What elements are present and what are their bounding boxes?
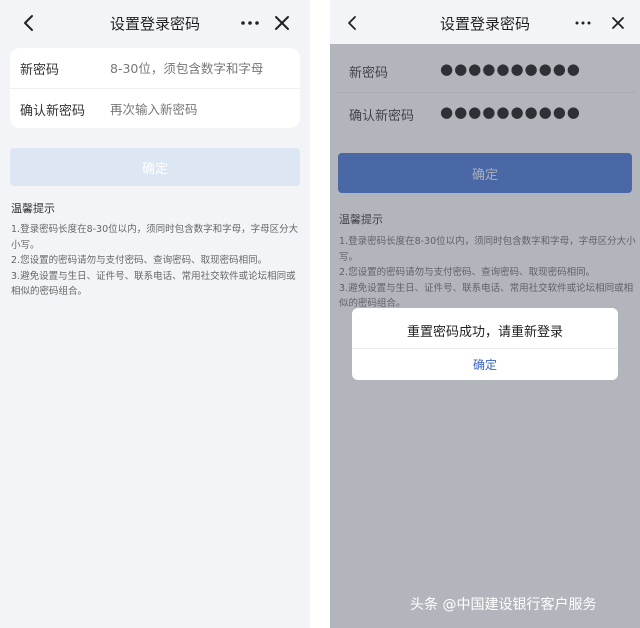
- more-dots-icon[interactable]: [240, 14, 260, 36]
- confirm-button[interactable]: 确定: [10, 148, 300, 186]
- tips-list: 1.登录密码长度在8-30位以内，须同时包含数字和字母，字母区分大小写。 2.您…: [11, 222, 303, 300]
- close-icon[interactable]: [610, 14, 626, 36]
- page-title: 设置登录密码: [109, 15, 200, 33]
- new-password-label: 新密码: [20, 63, 60, 78]
- tip-item: 3.避免设置与生日、证件号、联系电话、常用社交软件或论坛相同或相似的密码组合。: [11, 270, 296, 298]
- new-password-row: 新密码: [10, 48, 300, 88]
- navbar: 设置登录密码: [0, 0, 310, 46]
- password-form: 新密码 确认新密码: [10, 48, 300, 128]
- tip-item: 1.登录密码长度在8-30位以内，须同时包含数字和字母，字母区分大小写。: [11, 224, 299, 251]
- left-phone-screen: 设置登录密码 新密码 确认新密码 确定 温馨提示 1.登录密码长度在8-30位以…: [0, 0, 310, 628]
- tips-title: 温馨提示: [11, 202, 55, 215]
- success-dialog: 重置密码成功，请重新登录 确定: [352, 308, 618, 380]
- dialog-divider: [352, 348, 618, 349]
- dialog-message: 重置密码成功，请重新登录: [406, 325, 563, 340]
- confirm-password-row: 确认新密码: [10, 88, 300, 128]
- right-phone-screen: 设置登录密码 新密码 ●●●●●●●●●● 确认新密码 ●●●●●●●●●● 确…: [330, 0, 640, 628]
- tip-item: 2.您设置的密码请勿与支付密码、查询密码、取现密码相同。: [11, 255, 268, 266]
- navbar: 设置登录密码: [330, 0, 640, 46]
- dialog-confirm-button[interactable]: 确定: [352, 352, 618, 376]
- new-password-input[interactable]: [110, 56, 290, 80]
- confirm-password-input[interactable]: [110, 97, 290, 121]
- more-dots-icon[interactable]: [574, 14, 592, 36]
- close-icon[interactable]: [273, 14, 291, 36]
- confirm-password-label: 确认新密码: [20, 104, 86, 119]
- watermark: 头条 @中国建设银行客户服务: [410, 597, 597, 613]
- page-title: 设置登录密码: [439, 15, 530, 33]
